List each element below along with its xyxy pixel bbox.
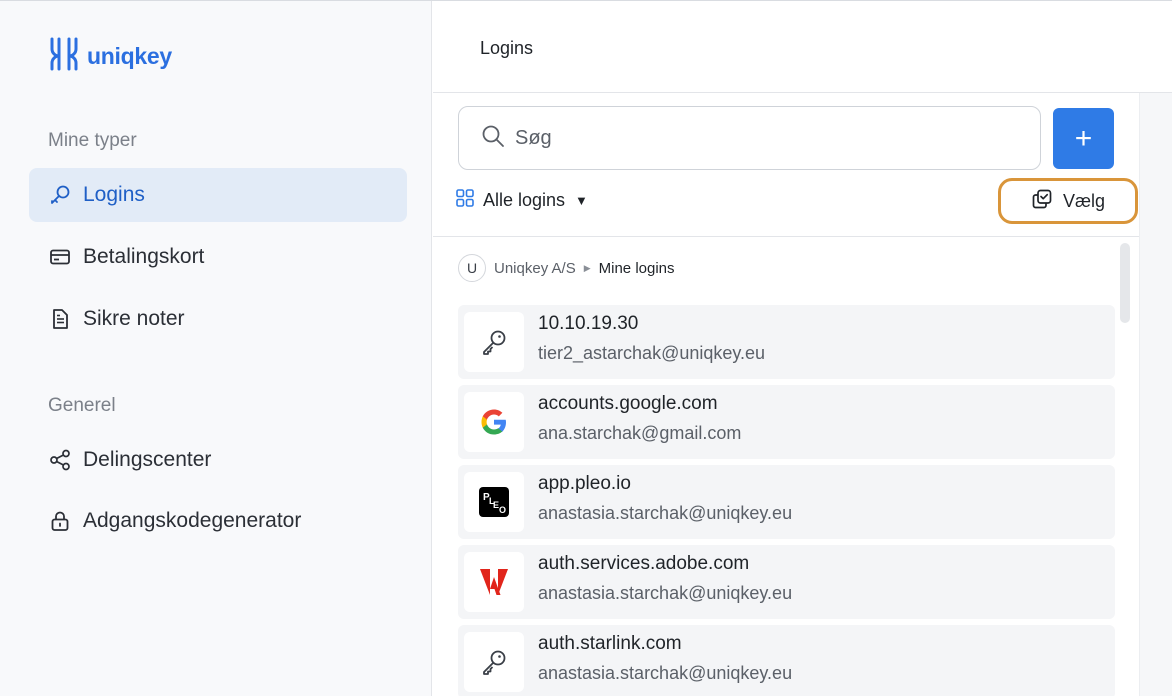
login-row[interactable]: accounts.google.com ana.starchak@gmail.c… <box>458 385 1115 459</box>
caret-down-icon: ▼ <box>575 193 588 208</box>
google-icon <box>464 392 524 452</box>
right-gutter <box>1139 93 1172 696</box>
adobe-icon <box>464 552 524 612</box>
document-icon <box>49 308 71 330</box>
section-label-mine-typer: Mine typer <box>48 130 137 151</box>
org-avatar: U <box>458 254 486 282</box>
sidebar-item-label: Betalingskort <box>83 245 205 268</box>
breadcrumb-org[interactable]: Uniqkey A/S <box>494 260 576 277</box>
section-label-generel: Generel <box>48 395 116 416</box>
list-divider <box>433 236 1139 237</box>
lock-icon <box>49 510 71 532</box>
brand-name: uniqkey <box>87 43 172 69</box>
login-site: 10.10.19.30 <box>538 313 639 334</box>
share-icon <box>49 449 71 471</box>
breadcrumb-current: Mine logins <box>598 259 675 277</box>
key-icon <box>464 312 524 372</box>
sidebar-item-label: Adgangskodegenerator <box>83 509 302 532</box>
login-username: anastasia.starchak@uniqkey.eu <box>538 583 793 603</box>
breadcrumb: U Uniqkey A/S ▶ Mine logins <box>458 254 675 282</box>
search-box[interactable] <box>458 106 1041 170</box>
grid-icon <box>455 188 475 213</box>
login-username: tier2_astarchak@uniqkey.eu <box>538 343 766 363</box>
sidebar-item-label: Delingscenter <box>83 448 212 471</box>
sidebar-item-label: Logins <box>83 183 145 206</box>
search-input[interactable] <box>515 126 1015 150</box>
main-header: Logins <box>433 1 1172 93</box>
login-username: anastasia.starchak@uniqkey.eu <box>538 663 793 683</box>
sidebar-item-delingscenter[interactable]: Delingscenter <box>29 433 407 487</box>
pleo-icon: P L E O <box>464 472 524 532</box>
sidebar-item-sikre-noter[interactable]: Sikre noter <box>29 292 407 346</box>
credit-card-icon <box>49 246 71 268</box>
sidebar-item-label: Sikre noter <box>83 307 185 330</box>
scrollbar-thumb[interactable] <box>1120 243 1130 323</box>
sidebar-item-betalingskort[interactable]: Betalingskort <box>29 230 407 284</box>
select-button[interactable]: Vælg <box>998 178 1138 224</box>
sidebar-item-adgangskodegenerator[interactable]: Adgangskodegenerator <box>29 494 407 548</box>
breadcrumb-separator-icon: ▶ <box>583 262 591 273</box>
key-icon <box>49 184 71 206</box>
brand-logo[interactable]: uniqkey <box>47 37 172 76</box>
filter-label: Alle logins <box>483 190 566 210</box>
search-icon <box>481 124 505 153</box>
key-icon <box>464 632 524 692</box>
login-username: anastasia.starchak@uniqkey.eu <box>538 503 793 523</box>
logins-list: 10.10.19.30 tier2_astarchak@uniqkey.eu a… <box>458 305 1115 696</box>
page-title: Logins <box>480 38 534 58</box>
login-row[interactable]: 10.10.19.30 tier2_astarchak@uniqkey.eu <box>458 305 1115 379</box>
login-row[interactable]: auth.services.adobe.com anastasia.starch… <box>458 545 1115 619</box>
login-site: auth.starlink.com <box>538 633 682 654</box>
login-site: auth.services.adobe.com <box>538 553 750 574</box>
svg-text:O: O <box>499 505 506 515</box>
uniqkey-logo-icon <box>47 37 81 76</box>
add-login-button[interactable]: + <box>1053 108 1114 169</box>
sidebar-item-logins[interactable]: Logins <box>29 168 407 222</box>
login-site: app.pleo.io <box>538 473 631 494</box>
multi-select-icon <box>1031 188 1053 215</box>
login-site: accounts.google.com <box>538 393 718 414</box>
login-row[interactable]: P L E O app.pleo.io anastasia.starchak@u… <box>458 465 1115 539</box>
filter-dropdown[interactable]: Alle logins ▼ <box>455 188 588 213</box>
select-label: Vælg <box>1062 190 1106 211</box>
login-username: ana.starchak@gmail.com <box>538 423 742 443</box>
login-row[interactable]: auth.starlink.com anastasia.starchak@uni… <box>458 625 1115 696</box>
sidebar: uniqkey Mine typer Logins Betalingskort … <box>0 1 432 696</box>
